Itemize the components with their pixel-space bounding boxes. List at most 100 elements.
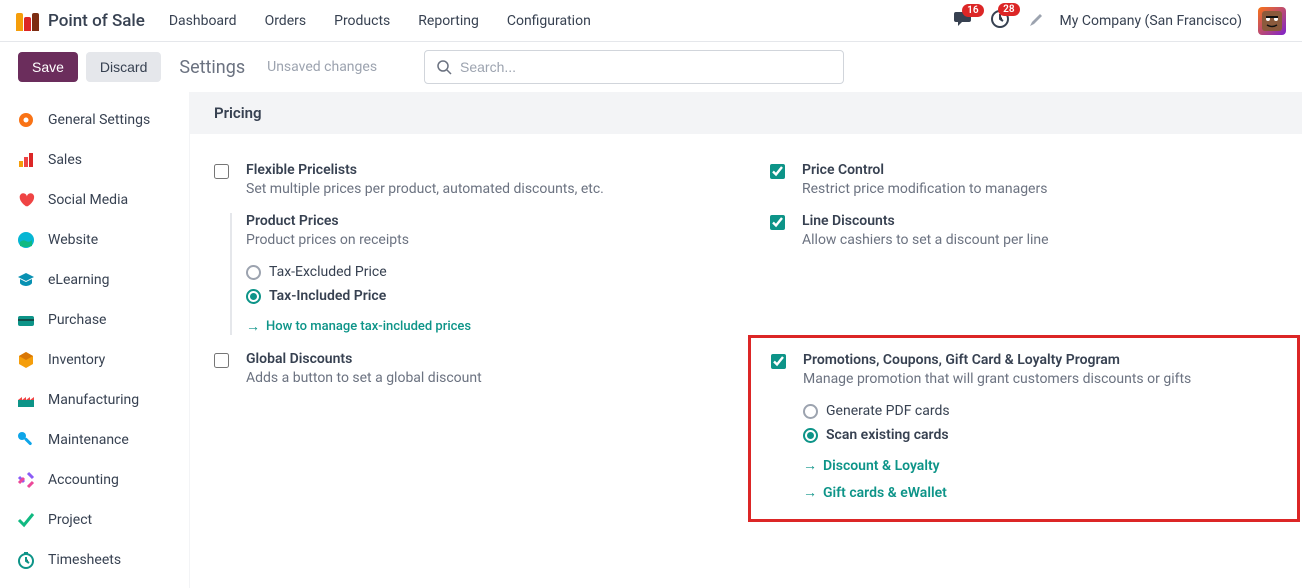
link-label: Discount & Loyalty — [823, 458, 940, 474]
app-title-text: Point of Sale — [48, 11, 145, 31]
price-control-checkbox[interactable] — [770, 164, 785, 179]
radio-tax-excluded[interactable]: Tax-Excluded Price — [246, 260, 722, 284]
nav-configuration[interactable]: Configuration — [507, 13, 591, 29]
search-box[interactable] — [424, 50, 844, 84]
wrench-icon — [16, 430, 36, 450]
setting-title: Global Discounts — [246, 351, 722, 367]
link-giftcards-ewallet[interactable]: → Gift cards & eWallet — [803, 484, 1277, 501]
nav-reporting[interactable]: Reporting — [418, 13, 479, 29]
discard-button[interactable]: Discard — [86, 52, 161, 82]
company-selector[interactable]: My Company (San Francisco) — [1060, 13, 1242, 29]
setting-line-discounts: Line Discounts Allow cashiers to set a d… — [756, 205, 1292, 343]
setting-promotions: Promotions, Coupons, Gift Card & Loyalty… — [757, 344, 1291, 509]
messages-button[interactable]: 16 — [954, 10, 974, 32]
link-tax-help[interactable]: → How to manage tax-included prices — [246, 318, 722, 335]
breadcrumb: Settings — [179, 57, 245, 78]
tools-icon[interactable] — [1026, 10, 1044, 32]
radio-icon — [246, 265, 261, 280]
radio-label: Generate PDF cards — [826, 403, 950, 419]
setting-title: Line Discounts — [802, 213, 1278, 229]
arrow-icon: → — [803, 457, 817, 474]
section-header: Pricing — [190, 92, 1302, 134]
setting-title: Promotions, Coupons, Gift Card & Loyalty… — [803, 352, 1277, 368]
box-icon — [16, 350, 36, 370]
main-panel: Pricing Flexible Pricelists Set multiple… — [190, 92, 1302, 588]
sidebar-item-social[interactable]: Social Media — [0, 180, 189, 220]
global-discounts-checkbox[interactable] — [214, 353, 229, 368]
sidebar-label: Manufacturing — [48, 392, 139, 408]
check-icon — [16, 510, 36, 530]
radio-label: Tax-Excluded Price — [269, 264, 387, 280]
app-logo-icon — [16, 11, 40, 31]
radio-scan-existing[interactable]: Scan existing cards — [803, 423, 1277, 447]
setting-desc: Allow cashiers to set a discount per lin… — [802, 232, 1278, 248]
sidebar-label: Accounting — [48, 472, 119, 488]
radio-tax-included[interactable]: Tax-Included Price — [246, 284, 722, 308]
setting-product-prices: Product Prices Product prices on receipt… — [200, 205, 736, 343]
user-avatar[interactable] — [1258, 7, 1286, 35]
radio-icon — [246, 289, 261, 304]
app-title[interactable]: Point of Sale — [16, 11, 145, 31]
radio-icon — [803, 428, 818, 443]
highlighted-promotions-box: Promotions, Coupons, Gift Card & Loyalty… — [748, 335, 1300, 522]
factory-icon — [16, 390, 36, 410]
wallet-icon — [16, 310, 36, 330]
nav-menu: Dashboard Orders Products Reporting Conf… — [169, 13, 591, 29]
sidebar-label: Project — [48, 512, 92, 528]
radio-generate-pdf[interactable]: Generate PDF cards — [803, 399, 1277, 423]
sidebar-item-timesheets[interactable]: Timesheets — [0, 540, 189, 580]
sidebar-item-elearning[interactable]: eLearning — [0, 260, 189, 300]
save-button[interactable]: Save — [18, 52, 78, 82]
sidebar-item-accounting[interactable]: Accounting — [0, 460, 189, 500]
radio-icon — [803, 404, 818, 419]
sidebar-item-inventory[interactable]: Inventory — [0, 340, 189, 380]
sidebar-label: eLearning — [48, 272, 109, 288]
sidebar-label: Sales — [48, 152, 82, 168]
sidebar-label: Website — [48, 232, 98, 248]
timer-icon — [16, 550, 36, 570]
heart-icon — [16, 190, 36, 210]
sidebar-label: Maintenance — [48, 432, 129, 448]
activities-button[interactable]: 28 — [990, 9, 1010, 33]
setting-title: Product Prices — [246, 213, 722, 229]
sidebar-item-sales[interactable]: Sales — [0, 140, 189, 180]
setting-title: Flexible Pricelists — [246, 162, 722, 178]
arrow-icon: → — [246, 318, 260, 335]
sidebar-label: General Settings — [48, 112, 150, 128]
sidebar-item-project[interactable]: Project — [0, 500, 189, 540]
setting-desc: Product prices on receipts — [246, 232, 722, 248]
link-label: How to manage tax-included prices — [266, 319, 471, 334]
radio-label: Scan existing cards — [826, 427, 949, 443]
sidebar-label: Purchase — [48, 312, 106, 328]
link-label: Gift cards & eWallet — [823, 485, 947, 501]
unsaved-indicator: Unsaved changes — [267, 59, 377, 75]
sidebar-label: Inventory — [48, 352, 105, 368]
setting-title: Price Control — [802, 162, 1278, 178]
setting-desc: Adds a button to set a global discount — [246, 370, 722, 386]
graduation-icon — [16, 270, 36, 290]
setting-price-control: Price Control Restrict price modificatio… — [756, 154, 1292, 205]
promotions-checkbox[interactable] — [771, 354, 786, 369]
setting-global-discounts: Global Discounts Adds a button to set a … — [200, 343, 736, 522]
messages-badge: 16 — [962, 4, 983, 17]
sidebar-item-manufacturing[interactable]: Manufacturing — [0, 380, 189, 420]
search-icon — [437, 60, 452, 75]
sidebar: General Settings Sales Social Media Webs… — [0, 92, 190, 588]
search-input[interactable] — [460, 59, 831, 75]
gear-icon — [16, 110, 36, 130]
arrow-icon: → — [803, 484, 817, 501]
nav-dashboard[interactable]: Dashboard — [169, 13, 237, 29]
nav-products[interactable]: Products — [334, 13, 390, 29]
setting-desc: Set multiple prices per product, automat… — [246, 181, 722, 197]
chart-icon — [16, 150, 36, 170]
sidebar-item-purchase[interactable]: Purchase — [0, 300, 189, 340]
sidebar-label: Timesheets — [48, 552, 121, 568]
line-discounts-checkbox[interactable] — [770, 215, 785, 230]
link-discount-loyalty[interactable]: → Discount & Loyalty — [803, 457, 1277, 474]
sidebar-item-maintenance[interactable]: Maintenance — [0, 420, 189, 460]
sidebar-item-website[interactable]: Website — [0, 220, 189, 260]
sidebar-item-general[interactable]: General Settings — [0, 100, 189, 140]
flexible-pricelists-checkbox[interactable] — [214, 164, 229, 179]
activities-badge: 28 — [998, 3, 1019, 16]
nav-orders[interactable]: Orders — [265, 13, 307, 29]
